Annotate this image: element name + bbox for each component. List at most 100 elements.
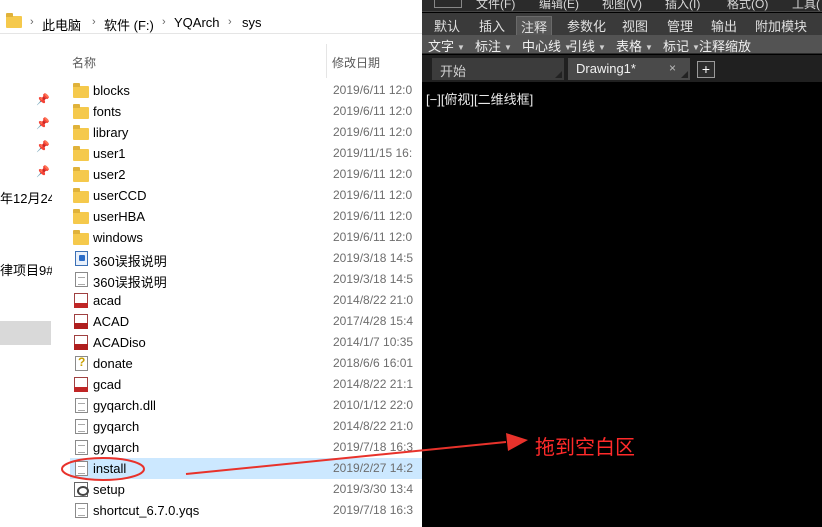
- tab-parametric[interactable]: 参数化: [563, 16, 610, 35]
- tab-addins[interactable]: 附加模块: [751, 16, 811, 35]
- chevron-right-icon[interactable]: ›: [228, 16, 232, 28]
- pin-icon[interactable]: 📌: [36, 94, 50, 106]
- file-row[interactable]: 360误报说明 2019/3/18 14:5: [70, 248, 422, 269]
- file-row[interactable]: shortcut_6.7.0.yqs 2019/7/18 16:3: [70, 500, 422, 521]
- column-header-date[interactable]: 修改日期: [332, 54, 380, 71]
- folder-icon: [73, 230, 89, 245]
- nav-item-selected[interactable]: [0, 321, 51, 345]
- file-row[interactable]: userCCD 2019/6/11 12:0: [70, 185, 422, 206]
- file-modified-date: 2019/7/18 16:3: [333, 503, 414, 517]
- ribbon-tabs: 默认 插入 注释 参数化 视图 管理 输出 附加模块: [422, 13, 822, 35]
- file-name: blocks: [93, 83, 130, 98]
- chevron-right-icon[interactable]: ›: [92, 16, 96, 28]
- file-name: windows: [93, 230, 143, 245]
- menu-edit[interactable]: 编辑(E): [539, 0, 579, 12]
- tab-drawing1[interactable]: Drawing1* ×: [568, 58, 690, 80]
- close-icon[interactable]: ×: [669, 61, 676, 75]
- document-file-icon: [75, 440, 88, 455]
- file-modified-date: 2014/8/22 21:0: [333, 293, 414, 307]
- menu-file[interactable]: 文件(F): [476, 0, 515, 12]
- tab-manage[interactable]: 管理: [663, 16, 697, 35]
- panel-dimension[interactable]: 标注 ▼: [475, 36, 512, 55]
- file-row[interactable]: blocks 2019/6/11 12:0: [70, 80, 422, 101]
- panel-label: 文字: [428, 39, 455, 54]
- menu-tools[interactable]: 工具(: [792, 0, 820, 12]
- file-modified-date: 2019/2/27 14:2: [333, 461, 414, 475]
- file-row[interactable]: donate 2018/6/6 16:01: [70, 353, 422, 374]
- dropdown-arrow-icon: ▼: [598, 43, 606, 53]
- nav-item-text[interactable]: 律项目9#诸: [0, 260, 52, 279]
- chevron-right-icon[interactable]: ›: [162, 16, 166, 28]
- menu-format[interactable]: 格式(O): [727, 0, 768, 12]
- tab-insert[interactable]: 插入: [475, 16, 509, 35]
- file-row[interactable]: 360误报说明 2019/3/18 14:5: [70, 269, 422, 290]
- panel-table[interactable]: 表格 ▼: [616, 36, 653, 55]
- file-name: gyqarch.dll: [93, 398, 156, 413]
- tab-view[interactable]: 视图: [618, 16, 652, 35]
- panel-centerline[interactable]: 中心线 ▼: [522, 36, 572, 55]
- column-divider[interactable]: [326, 44, 327, 78]
- nav-item-text[interactable]: 年12月24: [0, 188, 52, 207]
- pin-icon[interactable]: 📌: [36, 141, 50, 153]
- menu-insert[interactable]: 插入(I): [665, 0, 700, 12]
- column-header-name[interactable]: 名称: [72, 54, 96, 71]
- file-row[interactable]: ACAD 2017/4/28 15:4: [70, 311, 422, 332]
- file-modified-date: 2019/11/15 16:: [333, 146, 413, 160]
- file-row[interactable]: library 2019/6/11 12:0: [70, 122, 422, 143]
- file-row[interactable]: gyqarch 2014/8/22 21:0: [70, 416, 422, 437]
- navigation-pane: 📌 📌 📌 📌 年12月24 律项目9#诸: [0, 34, 52, 527]
- file-row[interactable]: windows 2019/6/11 12:0: [70, 227, 422, 248]
- chevron-right-icon[interactable]: ›: [30, 16, 34, 28]
- tab-output[interactable]: 输出: [707, 16, 741, 35]
- breadcrumb-drive-f[interactable]: 软件 (F:): [104, 15, 154, 34]
- panel-annotation-scaling[interactable]: 注释缩放: [699, 36, 751, 55]
- file-row[interactable]: gyqarch.dll 2010/1/12 22:0: [70, 395, 422, 416]
- breadcrumb-yqarch[interactable]: YQArch: [174, 15, 220, 30]
- tab-start[interactable]: 开始: [432, 58, 564, 80]
- file-row[interactable]: userHBA 2019/6/11 12:0: [70, 206, 422, 227]
- tab-corner: [555, 71, 562, 78]
- file-row[interactable]: fonts 2019/6/11 12:0: [70, 101, 422, 122]
- folder-icon: [6, 13, 22, 28]
- file-modified-date: 2019/3/18 14:5: [333, 272, 414, 286]
- panel-label: 引线: [569, 39, 596, 54]
- file-row[interactable]: gcad 2014/8/22 21:1: [70, 374, 422, 395]
- fas-file-icon: [74, 314, 88, 329]
- file-row[interactable]: user1 2019/11/15 16:: [70, 143, 422, 164]
- file-modified-date: 2019/6/11 12:0: [333, 104, 413, 118]
- drawing-canvas[interactable]: [422, 105, 822, 527]
- tab-annotate[interactable]: 注释: [516, 16, 553, 35]
- file-row[interactable]: gyqarch 2019/7/18 16:3: [70, 437, 422, 458]
- file-row[interactable]: install 2019/2/27 14:2: [70, 458, 422, 479]
- file-modified-date: 2019/3/18 14:5: [333, 251, 414, 265]
- file-row[interactable]: setup 2019/3/30 13:4: [70, 479, 422, 500]
- file-name: user1: [93, 146, 126, 161]
- file-name: setup: [93, 482, 125, 497]
- dll-file-icon: [75, 398, 88, 413]
- column-headers: 名称 修改日期: [70, 44, 422, 78]
- file-row[interactable]: user2 2019/6/11 12:0: [70, 164, 422, 185]
- pin-icon[interactable]: 📌: [36, 118, 50, 130]
- address-bar[interactable]: › 此电脑 › 软件 (F:) › YQArch › sys: [0, 0, 422, 34]
- panel-markup[interactable]: 标记 ▼: [663, 36, 700, 55]
- menu-view[interactable]: 视图(V): [602, 0, 642, 12]
- pin-icon[interactable]: 📌: [36, 166, 50, 178]
- panel-label: 标注: [475, 39, 502, 54]
- file-row[interactable]: acad 2014/8/22 21:0: [70, 290, 422, 311]
- new-tab-button[interactable]: +: [697, 61, 715, 78]
- panel-label: 注释缩放: [699, 39, 752, 54]
- folder-icon: [73, 104, 89, 119]
- panel-leader[interactable]: 引线 ▼: [569, 36, 606, 55]
- breadcrumb-this-pc[interactable]: 此电脑: [42, 15, 81, 34]
- panel-label: 表格: [616, 39, 643, 54]
- fas-file-icon: [74, 335, 88, 350]
- breadcrumb-sys[interactable]: sys: [242, 15, 262, 30]
- tab-default[interactable]: 默认: [430, 16, 464, 35]
- file-name: user2: [93, 167, 126, 182]
- panel-text[interactable]: 文字 ▼: [428, 36, 465, 55]
- file-modified-date: 2010/1/12 22:0: [333, 398, 414, 412]
- file-modified-date: 2019/6/11 12:0: [333, 83, 413, 97]
- file-name: ACAD: [93, 314, 130, 329]
- file-row[interactable]: ACADiso 2014/1/7 10:35: [70, 332, 422, 353]
- tab-label: 开始: [440, 64, 467, 79]
